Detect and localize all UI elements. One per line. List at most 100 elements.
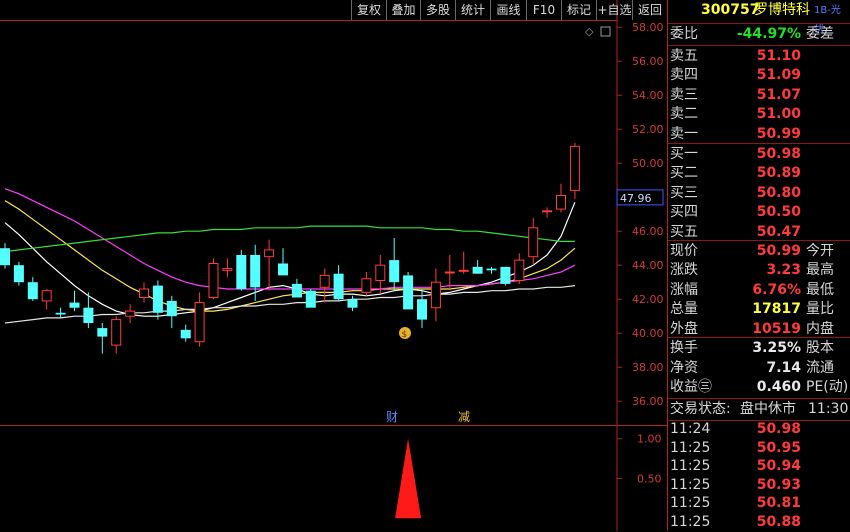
candle[interactable] (569, 142, 580, 199)
stat-row: 总量 17817 量比 (668, 300, 850, 319)
tick-row: 11:24 50.98 (668, 420, 850, 439)
candle-body (514, 259, 525, 282)
toolbar-button[interactable]: 标记 (561, 0, 596, 20)
ask-label: 卖二 (670, 106, 698, 123)
toolbar-button[interactable]: 统计 (455, 0, 490, 20)
annotation-label[interactable]: 财 (386, 410, 398, 424)
candle[interactable] (55, 307, 66, 318)
candle[interactable] (0, 243, 10, 269)
ask-row: 卖四 51.09 (668, 66, 850, 85)
candle[interactable] (514, 253, 525, 284)
stock-header[interactable]: 300757 罗博特科 1B-光伏 (668, 1, 850, 35)
stat-label: 外盘 (670, 320, 698, 337)
candle[interactable] (347, 295, 358, 312)
candle[interactable] (278, 248, 288, 276)
candle[interactable] (125, 304, 136, 323)
toolbar-button[interactable]: 画线 (490, 0, 526, 20)
candle[interactable] (194, 292, 205, 347)
candle[interactable] (152, 280, 163, 320)
candle[interactable] (444, 255, 455, 289)
toolbar-button[interactable]: 多股 (420, 0, 455, 20)
window-icon[interactable] (600, 26, 611, 37)
diamond-icon[interactable]: ◇ (585, 25, 594, 38)
candle[interactable] (430, 268, 441, 322)
candle[interactable] (319, 268, 330, 303)
candle[interactable] (472, 260, 483, 274)
ask-price: 51.10 (756, 48, 801, 64)
candle[interactable] (403, 272, 414, 310)
candle[interactable] (264, 239, 275, 291)
candle[interactable] (250, 244, 261, 301)
candle[interactable] (236, 249, 247, 291)
toolbar-button[interactable]: F10 (526, 0, 561, 20)
candle[interactable] (528, 217, 539, 266)
candle-body (569, 145, 580, 191)
candle[interactable] (389, 238, 400, 291)
ask-label: 卖一 (670, 125, 698, 142)
bid-row: 买一 50.98 (668, 145, 850, 164)
candle[interactable] (486, 266, 497, 274)
y-tick-label: 36.00 (632, 395, 664, 408)
candle-body (13, 265, 24, 283)
candle[interactable] (208, 258, 219, 300)
candle[interactable] (458, 251, 469, 274)
fin-row: 收益㊂ 0.460 PE(动) (668, 378, 850, 397)
stat-value: 3.23 (766, 262, 801, 279)
toolbar-button[interactable]: 叠加 (386, 0, 420, 20)
candle[interactable] (139, 282, 149, 303)
candle[interactable] (111, 316, 122, 354)
candle[interactable] (333, 265, 344, 301)
candle-body (528, 227, 539, 258)
stat-label: 涨跌 (670, 262, 698, 279)
bid-row: 买三 50.80 (668, 184, 850, 203)
fin-label: 收益㊂ (670, 379, 712, 395)
candle[interactable] (291, 278, 302, 298)
chart-frame: ◇ (0, 0, 668, 531)
candle[interactable] (180, 324, 191, 342)
candle-body (166, 300, 177, 317)
candle-body (542, 210, 553, 213)
candle[interactable] (556, 183, 566, 213)
quote-panel: 300757 罗博特科 1B-光伏 委比 -44.97% 委差 卖五 51.10 卖… (668, 0, 850, 531)
indicator-panel: 1.00 0.50 (395, 433, 662, 519)
separator (668, 45, 850, 46)
candle[interactable] (542, 207, 553, 218)
tick-price: 50.98 (756, 421, 801, 437)
candle-body (83, 307, 94, 323)
candle-body (458, 269, 469, 272)
annotation-label[interactable]: 减 (458, 410, 470, 424)
candle-body (139, 288, 149, 298)
separator (668, 240, 850, 241)
weibi-value: -44.97% (736, 26, 801, 42)
ma-line (4, 202, 576, 317)
toolbar-button[interactable]: +自选 (596, 0, 632, 20)
ask-price: 51.00 (756, 106, 801, 123)
toolbar-button[interactable]: 返回 (632, 0, 667, 20)
candle[interactable] (222, 258, 233, 278)
tick-price: 50.93 (756, 476, 801, 493)
y-tick-label: 38.00 (632, 361, 664, 374)
money-bag-glyph: $ (402, 330, 408, 340)
separator (668, 143, 850, 144)
candle[interactable] (305, 289, 316, 308)
candle[interactable] (69, 290, 80, 312)
toolbar-button[interactable]: 复权 (351, 0, 386, 20)
stat-label-2: 内盘 (806, 320, 834, 337)
candle-body (250, 255, 261, 288)
candle[interactable] (361, 272, 372, 296)
candlesticks[interactable] (0, 142, 580, 354)
y-tick-label: 56.00 (632, 55, 664, 68)
ask-label: 卖四 (670, 67, 698, 84)
stat-label: 现价 (670, 243, 698, 259)
candle[interactable] (27, 277, 38, 301)
candle[interactable] (166, 295, 177, 329)
candle[interactable] (500, 266, 511, 286)
kline-chart[interactable]: ◇ 58.0056.0054.0052.0050.0048.0046.0044.… (0, 0, 668, 531)
candle[interactable] (13, 261, 24, 286)
bid-price: 50.80 (756, 184, 801, 201)
candle[interactable] (97, 323, 108, 354)
candle-body (472, 266, 483, 274)
y-tick-label: 50.00 (632, 157, 664, 170)
candle-body (486, 268, 497, 271)
candle[interactable] (41, 289, 52, 310)
